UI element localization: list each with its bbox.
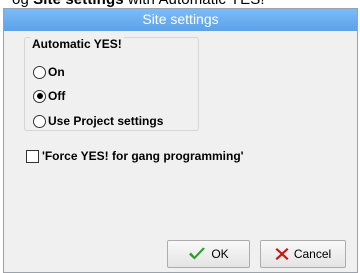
force-yes-checkbox-box[interactable] [26,149,39,163]
force-yes-gang-checkbox[interactable]: 'Force YES! for gang programming' [26,148,244,164]
green-checkmark-icon [189,247,206,260]
radio-on-circle[interactable] [33,65,46,79]
ok-button-label: OK [211,247,229,261]
caption-text: og Site settings with Automatic YES! [12,0,265,8]
radio-use-project-settings-circle[interactable] [33,114,46,128]
red-x-icon [275,248,289,260]
radio-off-circle[interactable] [33,89,46,103]
cancel-button-label: Cancel [293,247,332,261]
dialog-titlebar[interactable]: Site settings [4,9,357,31]
radio-on-label[interactable]: On [48,65,65,79]
ok-button[interactable]: OK [167,240,250,268]
radio-use-project-settings[interactable]: Use Project settings [33,113,163,129]
screenshot: og Site settings with Automatic YES! Sit… [0,0,360,273]
radio-off-label[interactable]: Off [48,89,65,103]
radio-on[interactable]: On [33,64,65,80]
dialog-title: Site settings [142,11,219,27]
caption-suffix: with Automatic YES! [124,0,265,8]
radio-off[interactable]: Off [33,88,65,104]
caption-prefix: og [12,0,33,8]
radio-use-project-settings-label[interactable]: Use Project settings [48,114,163,128]
automatic-yes-group-label: Automatic YES! [30,37,124,51]
caption-bold: Site settings [33,0,124,8]
cancel-button[interactable]: Cancel [260,240,346,268]
force-yes-checkbox-label[interactable]: 'Force YES! for gang programming' [42,149,244,163]
